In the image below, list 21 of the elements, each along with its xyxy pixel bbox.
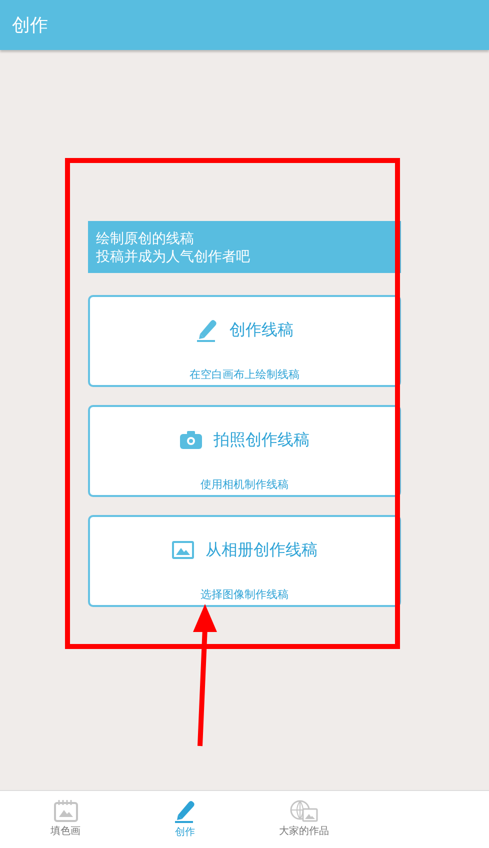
option-title: 创作线稿 bbox=[230, 319, 294, 341]
create-option-button[interactable]: 拍照创作线稿 使用相机制作线稿 bbox=[88, 405, 401, 497]
globe-icon bbox=[290, 800, 318, 822]
option-title: 从相册创作线稿 bbox=[206, 539, 318, 561]
nav-tab[interactable]: 创作 bbox=[125, 791, 244, 848]
pencil-icon bbox=[174, 799, 196, 823]
header-title: 创作 bbox=[12, 14, 48, 38]
banner-text: 绘制原创的线稿 bbox=[96, 230, 195, 248]
pencil-icon bbox=[196, 318, 218, 342]
option-subtitle: 在空白画布上绘制线稿 bbox=[190, 367, 300, 383]
option-subtitle: 使用相机制作线稿 bbox=[200, 477, 288, 493]
image-icon bbox=[172, 541, 194, 559]
create-option-button[interactable]: 创作线稿 在空白画布上绘制线稿 bbox=[88, 295, 401, 387]
banner-text: 投稿并成为人气创作者吧 bbox=[96, 248, 251, 266]
nav-tab[interactable]: 填色画 bbox=[6, 791, 126, 848]
option-title: 拍照创作线稿 bbox=[214, 429, 310, 451]
option-subtitle: 选择图像制作线稿 bbox=[200, 587, 288, 603]
nav-tab[interactable]: 大家的作品 bbox=[244, 791, 364, 848]
calendar-image-icon bbox=[54, 800, 78, 822]
create-option-button[interactable]: 从相册创作线稿 选择图像制作线稿 bbox=[88, 515, 401, 607]
camera-icon bbox=[180, 431, 202, 449]
